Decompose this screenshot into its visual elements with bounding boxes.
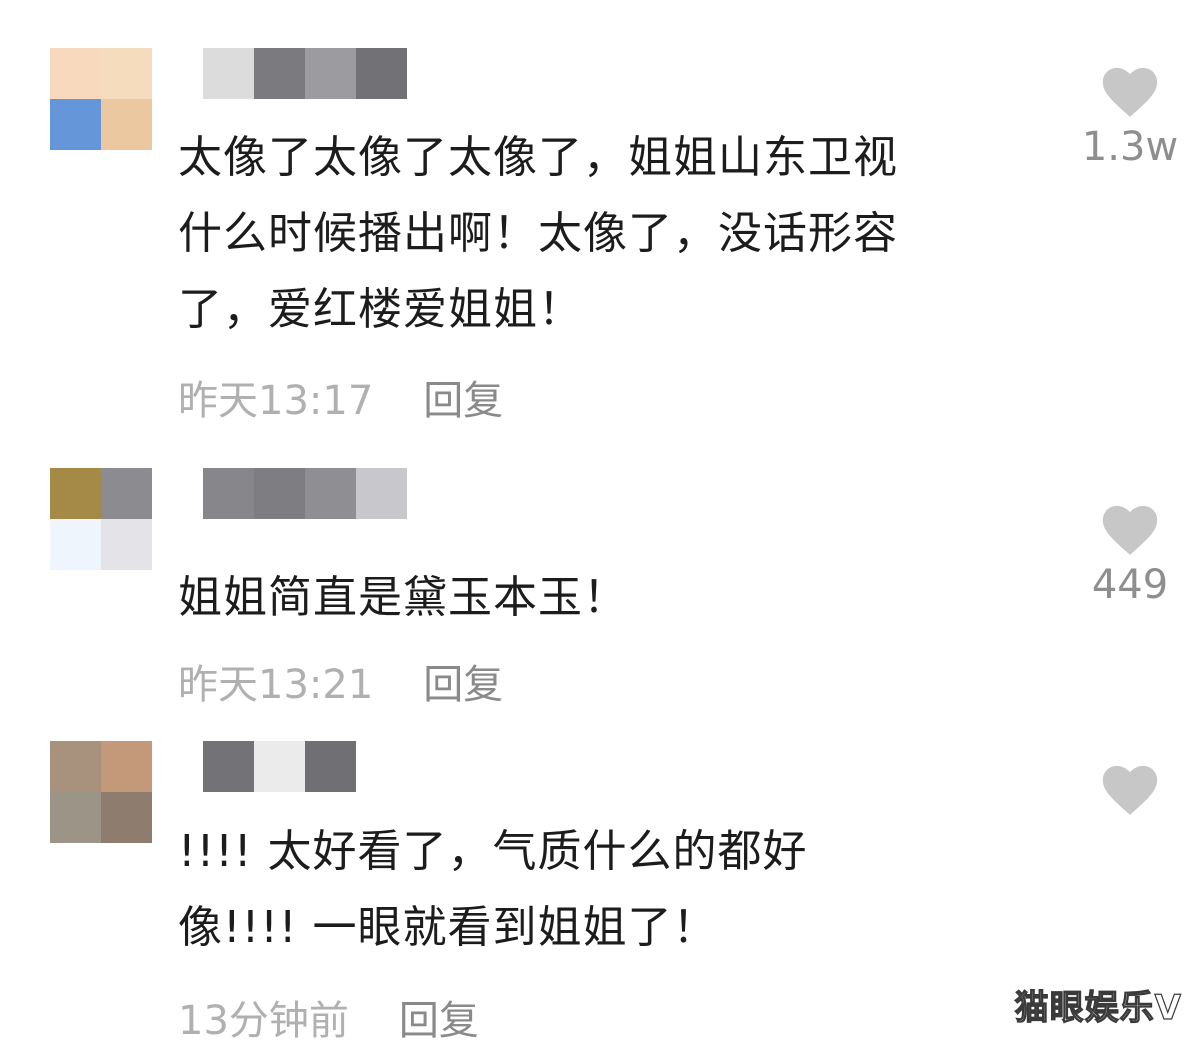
- avatar-pixel: [101, 99, 152, 150]
- timestamp: 13分钟前: [178, 998, 349, 1044]
- blur-block: [305, 741, 356, 792]
- heart-icon: [1102, 765, 1158, 815]
- avatar-pixel: [101, 468, 152, 519]
- blur-block: [254, 741, 305, 792]
- avatar-pixel: [101, 519, 152, 570]
- blur-block: [203, 741, 254, 792]
- like-count: 1.3w: [1081, 124, 1179, 170]
- blur-block: [203, 468, 254, 519]
- blur-block: [254, 468, 305, 519]
- like-button[interactable]: [1070, 764, 1190, 822]
- comment-text-line: 什么时候播出啊！太像了，没话形容: [178, 208, 898, 259]
- username-blurred[interactable]: [203, 741, 356, 792]
- blur-block: [356, 48, 407, 99]
- comment-text-line: 了，爱红楼爱姐姐！: [178, 284, 583, 335]
- avatar-pixel: [50, 468, 101, 519]
- avatar-pixel: [101, 741, 152, 792]
- reply-button[interactable]: 回复: [423, 652, 503, 710]
- heart-icon: [1102, 67, 1158, 117]
- reply-button[interactable]: 回复: [423, 368, 503, 426]
- timestamp: 昨天13:21: [178, 662, 374, 708]
- watermark: 猫眼娱乐V: [1014, 987, 1182, 1028]
- avatar-pixel: [101, 792, 152, 843]
- like-button[interactable]: 449: [1070, 504, 1190, 608]
- blur-block: [203, 48, 254, 99]
- blur-block: [305, 48, 356, 99]
- comment-meta: 昨天13:17 回复: [178, 368, 503, 426]
- comment-meta: 13分钟前 回复: [178, 988, 479, 1046]
- like-button[interactable]: 1.3w: [1070, 66, 1190, 170]
- blur-block: [356, 468, 407, 519]
- username-blurred[interactable]: [203, 468, 407, 519]
- avatar-pixel: [50, 48, 101, 99]
- comment-text-line: 姐姐简直是黛玉本玉！: [178, 572, 628, 623]
- avatar-pixel: [50, 519, 101, 570]
- comment-meta: 昨天13:21 回复: [178, 652, 503, 710]
- comment-text-line: 像!!!! 一眼就看到姐姐了！: [178, 902, 718, 953]
- timestamp: 昨天13:17: [178, 378, 374, 424]
- comment-text: 姐姐简直是黛玉本玉！: [178, 560, 1048, 636]
- avatar-pixel: [50, 741, 101, 792]
- comment-text: 太像了太像了太像了，姐姐山东卫视 什么时候播出啊！太像了，没话形容 了，爱红楼爱…: [178, 120, 1048, 348]
- like-count: 449: [1091, 562, 1169, 608]
- reply-button[interactable]: 回复: [399, 988, 479, 1046]
- comment-text: !!!! 太好看了，气质什么的都好 像!!!! 一眼就看到姐姐了！: [178, 814, 1048, 966]
- heart-icon: [1102, 505, 1158, 555]
- avatar-pixel: [50, 99, 101, 150]
- comment-text-line: !!!! 太好看了，气质什么的都好: [178, 826, 808, 877]
- blur-block: [254, 48, 305, 99]
- avatar-pixel: [101, 48, 152, 99]
- username-blurred[interactable]: [203, 48, 407, 99]
- avatar[interactable]: [50, 741, 152, 843]
- blur-block: [305, 468, 356, 519]
- avatar[interactable]: [50, 468, 152, 570]
- comment-text-line: 太像了太像了太像了，姐姐山东卫视: [178, 132, 898, 183]
- avatar[interactable]: [50, 48, 152, 150]
- avatar-pixel: [50, 792, 101, 843]
